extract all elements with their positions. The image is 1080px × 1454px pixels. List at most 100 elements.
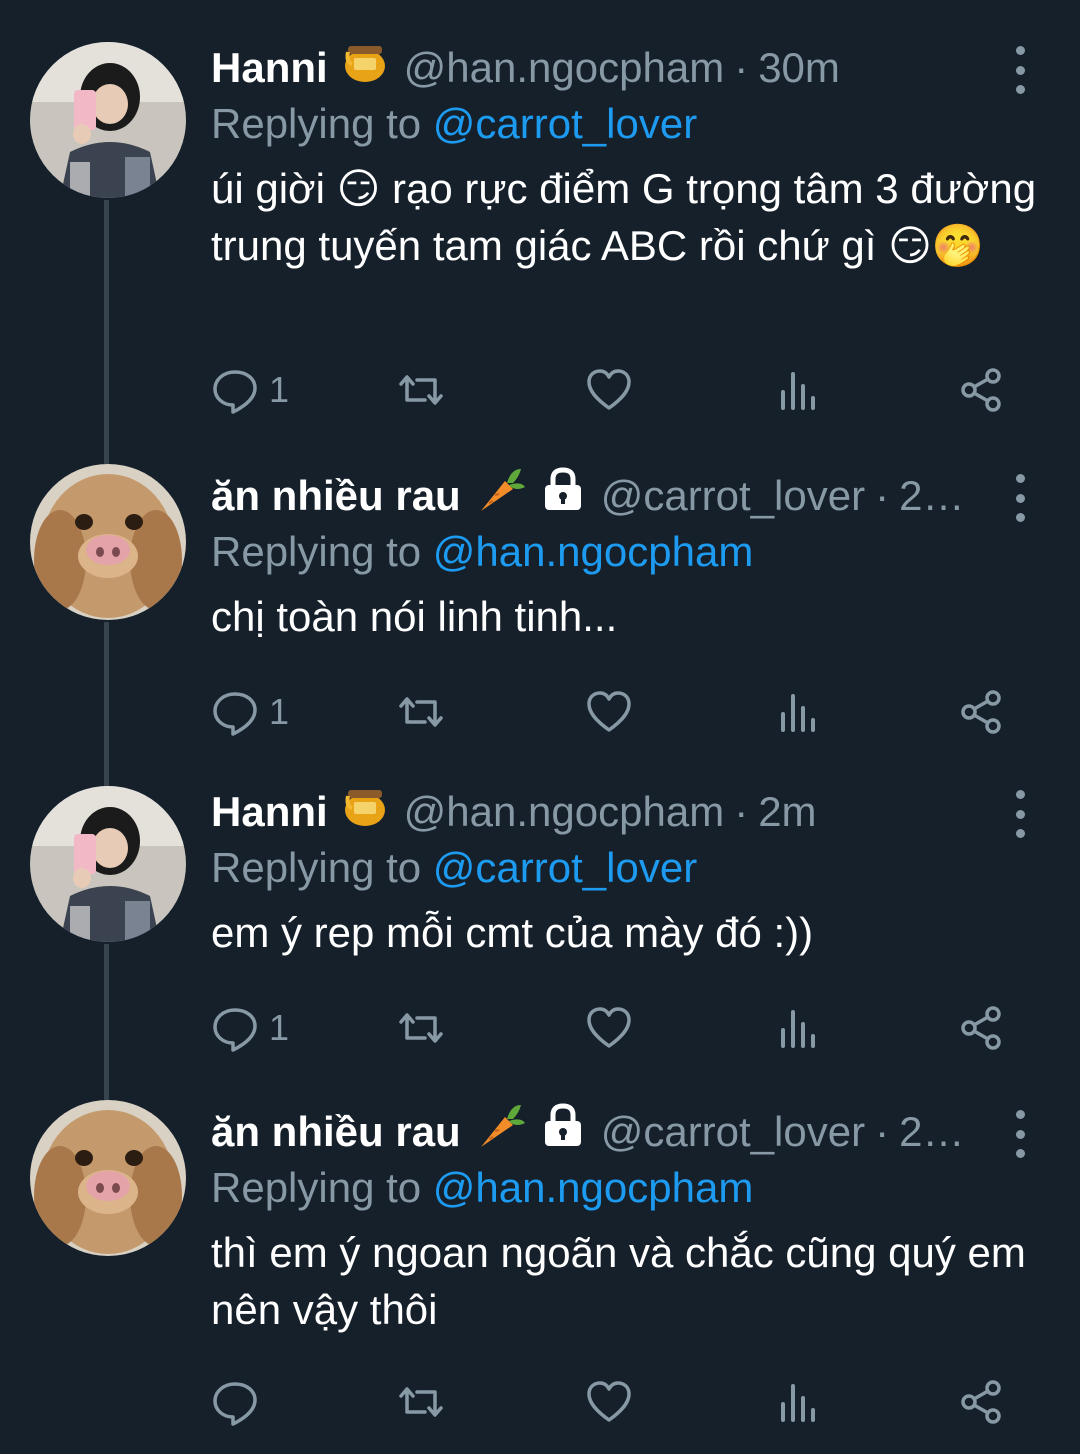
share-button[interactable]: [957, 366, 1005, 414]
tweet-text: chị toàn nói linh tinh...: [211, 593, 618, 640]
retweet-button[interactable]: [397, 366, 445, 414]
like-button[interactable]: [585, 1378, 633, 1426]
tweet-text: thì em ý ngoan ngoãn và chắc cũng quý em…: [211, 1229, 1026, 1333]
timestamp[interactable]: 2…: [899, 1104, 964, 1160]
tweet-text: úi giời 😏 rạo rực điểm G trọng tâm 3 đườ…: [211, 165, 1037, 269]
timestamp[interactable]: 2…: [899, 468, 964, 524]
analytics-icon: [781, 372, 815, 410]
reply-icon: [213, 370, 257, 414]
dog-avatar: [30, 464, 186, 620]
timestamp[interactable]: 30m: [758, 40, 840, 96]
handle[interactable]: @han.ngocpham: [404, 40, 725, 96]
analytics-icon: [781, 1384, 815, 1422]
tweet[interactable]: Hanni @han.ngocpham · 30m Replying to @c…: [0, 40, 1080, 440]
retweet-icon: [399, 375, 443, 405]
display-name[interactable]: ăn nhiều rau: [211, 1104, 461, 1160]
tweet[interactable]: ăn nhiều rau @carrot_lover · 2… Replying…: [0, 1100, 1080, 1444]
like-button[interactable]: [585, 366, 633, 414]
retweet-button[interactable]: [397, 688, 445, 736]
reply-icon: [213, 1382, 257, 1426]
analytics-button[interactable]: [773, 1004, 821, 1052]
handle[interactable]: @carrot_lover: [601, 468, 865, 524]
analytics-icon: [781, 1010, 815, 1048]
retweet-icon: [399, 1013, 443, 1043]
reply-button[interactable]: 1: [211, 366, 289, 414]
separator-dot: ·: [734, 788, 749, 835]
more-options-icon[interactable]: [1000, 46, 1040, 94]
analytics-icon: [781, 694, 815, 732]
avatar[interactable]: [30, 42, 186, 198]
replying-to: Replying to @han.ngocpham: [211, 524, 1040, 580]
mention-link[interactable]: @carrot_lover: [433, 844, 697, 891]
retweet-button[interactable]: [397, 1004, 445, 1052]
share-icon: [961, 368, 1001, 412]
share-icon: [961, 1380, 1001, 1424]
share-icon: [961, 1006, 1001, 1050]
heart-icon: [587, 369, 631, 410]
more-options-icon[interactable]: [1000, 790, 1040, 838]
avatar[interactable]: [30, 1100, 186, 1256]
retweet-icon: [399, 697, 443, 727]
display-name[interactable]: Hanni: [211, 784, 328, 840]
like-button[interactable]: [585, 1004, 633, 1052]
tweet-actions: 1: [211, 1000, 1031, 1056]
more-options-icon[interactable]: [1000, 474, 1040, 522]
timestamp[interactable]: 2m: [758, 784, 816, 840]
mention-link[interactable]: @han.ngocpham: [433, 528, 754, 575]
reply-button[interactable]: 1: [211, 688, 289, 736]
replying-to-label: Replying to: [211, 100, 433, 147]
girl-avatar: [30, 786, 186, 942]
retweet-icon: [399, 1387, 443, 1417]
share-button[interactable]: [957, 1004, 1005, 1052]
separator-dot: ·: [734, 44, 749, 91]
replying-to: Replying to @carrot_lover: [211, 96, 1040, 152]
reply-button[interactable]: 1: [211, 1004, 289, 1052]
replying-to-label: Replying to: [211, 528, 433, 575]
analytics-button[interactable]: [773, 1378, 821, 1426]
lock-icon: [541, 466, 585, 526]
honey-pot-icon: [342, 38, 388, 98]
share-button[interactable]: [957, 688, 1005, 736]
lock-icon: [541, 1102, 585, 1162]
tweet-header: ăn nhiều rau @carrot_lover · 2…: [211, 1102, 1040, 1162]
carrot-icon: [475, 1099, 527, 1165]
like-button[interactable]: [585, 688, 633, 736]
tweet-actions: 1: [211, 684, 1031, 740]
girl-avatar: [30, 42, 186, 198]
reply-icon: [213, 692, 257, 736]
reply-count: 1: [269, 691, 290, 732]
dog-avatar: [30, 1100, 186, 1256]
display-name[interactable]: Hanni: [211, 40, 328, 96]
analytics-button[interactable]: [773, 366, 821, 414]
retweet-button[interactable]: [397, 1378, 445, 1426]
reply-count: 1: [269, 369, 290, 410]
replying-to: Replying to @carrot_lover: [211, 840, 1040, 896]
tweet-actions: 1: [211, 362, 1031, 418]
mention-link[interactable]: @han.ngocpham: [433, 1164, 754, 1211]
tweet-text: em ý rep mỗi cmt của mày đó :)): [211, 909, 814, 956]
avatar[interactable]: [30, 786, 186, 942]
analytics-button[interactable]: [773, 688, 821, 736]
tweet[interactable]: ăn nhiều rau @carrot_lover · 2… Replying…: [0, 464, 1080, 758]
handle[interactable]: @carrot_lover: [601, 1104, 865, 1160]
tweet[interactable]: Hanni @han.ngocpham · 2m Replying to @ca…: [0, 784, 1080, 1074]
tweet-header: ăn nhiều rau @carrot_lover · 2…: [211, 466, 1040, 526]
replying-to-label: Replying to: [211, 1164, 433, 1211]
share-icon: [961, 690, 1001, 734]
more-options-icon[interactable]: [1000, 1110, 1040, 1158]
avatar[interactable]: [30, 464, 186, 620]
mention-link[interactable]: @carrot_lover: [433, 100, 697, 147]
reply-button[interactable]: [211, 1378, 269, 1426]
carrot-icon: [475, 463, 527, 529]
share-button[interactable]: [957, 1378, 1005, 1426]
separator-dot: ·: [875, 1108, 890, 1155]
reply-icon: [213, 1008, 257, 1052]
reply-count: 1: [269, 1007, 290, 1048]
honey-pot-icon: [342, 782, 388, 842]
display-name[interactable]: ăn nhiều rau: [211, 468, 461, 524]
heart-icon: [587, 691, 631, 732]
tweet-actions: [211, 1374, 1031, 1430]
replying-to-label: Replying to: [211, 844, 433, 891]
handle[interactable]: @han.ngocpham: [404, 784, 725, 840]
tweet-header: Hanni @han.ngocpham · 30m: [211, 40, 1040, 96]
